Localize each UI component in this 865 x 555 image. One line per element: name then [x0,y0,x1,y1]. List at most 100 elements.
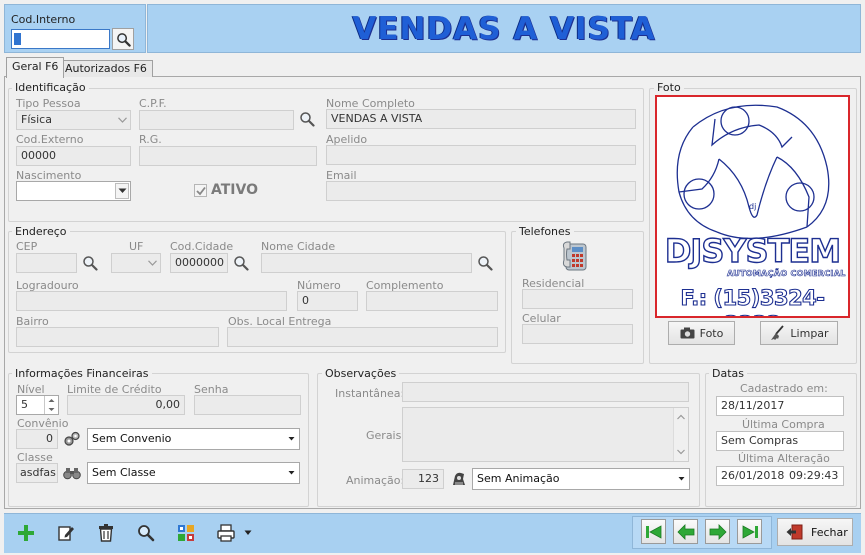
nome-cidade-search-button[interactable] [474,252,496,274]
search-button[interactable] [133,520,159,546]
previous-record-button[interactable] [673,519,698,544]
cod-cidade-label: Cod.Cidade [170,240,234,253]
cpf-search-button[interactable] [296,108,318,130]
search-icon [478,256,493,271]
instantanea-input[interactable] [402,382,689,402]
tab-geral[interactable]: Geral F6 [6,57,65,78]
numero-input[interactable]: 0 [297,291,358,311]
cadastrado-label: Cadastrado em: [740,382,828,395]
binoculars-icon [63,468,81,480]
chevron-down-icon [115,112,129,128]
gerais-textarea[interactable] [402,407,689,462]
next-record-button[interactable] [705,519,730,544]
senha-input[interactable] [194,395,301,415]
cep-input[interactable] [16,253,77,273]
classe-code-input[interactable]: asdfas [16,463,58,483]
animacao-value: Sem Animação [477,472,560,485]
fechar-button-label: Fechar [811,525,848,539]
plus-icon [18,525,34,541]
cep-label: CEP [16,240,38,253]
ultima-alteracao-time: 09:29:43 [789,469,839,482]
telefones-title: Telefones [516,225,574,238]
delete-button[interactable] [93,520,119,546]
stepper-arrows-icon[interactable] [44,396,58,414]
convenio-lookup-button[interactable] [61,428,83,450]
foto-button-label: Foto [699,326,724,340]
datas-title: Datas [709,367,747,380]
animacao-code-input[interactable]: 123 [402,469,444,489]
check-icon [195,186,206,195]
fechar-button[interactable]: Fechar [777,518,853,546]
logradouro-input[interactable] [16,291,287,311]
convenio-value: Sem Convenio [92,432,172,445]
ativo-checkbox[interactable] [194,184,207,197]
telephone-icon [560,240,590,272]
cod-cidade-input[interactable]: 0000000 [170,253,228,273]
limpar-button-label: Limpar [790,326,829,340]
last-record-button[interactable] [737,519,762,544]
cod-cidade-search-button[interactable] [230,252,252,274]
calendar-dropdown-icon[interactable] [115,183,129,199]
tipo-pessoa-select[interactable]: Física [16,110,131,130]
limite-credito-input[interactable]: 0,00 [67,395,185,415]
last-icon [742,524,758,539]
gerais-scrollbar[interactable] [673,408,688,461]
rg-label: R.G. [139,133,162,146]
limpar-button[interactable]: Limpar [760,321,838,345]
first-record-button[interactable] [641,519,666,544]
nivel-stepper[interactable]: 5 [16,395,59,415]
search-icon [234,256,249,271]
chevron-down-icon [284,465,298,481]
bairro-input[interactable] [16,327,219,347]
camera-icon [680,327,695,339]
chevron-down-icon [145,255,159,271]
logo-phone-text: F.: (15)3324-3333 [680,285,826,316]
print-button[interactable] [213,520,239,546]
nascimento-input[interactable] [16,181,131,201]
nome-cidade-input[interactable] [261,253,472,273]
arrow-right-icon [709,523,727,540]
convenio-code-input[interactable]: 0 [16,429,58,449]
search-icon [83,256,98,271]
email-input[interactable] [326,181,636,201]
rg-input[interactable] [139,146,317,166]
cod-externo-label: Cod.Externo [16,133,84,146]
cod-externo-input[interactable]: 00000 [16,146,131,166]
photo-frame[interactable]: dj DJSYSTEM AUTOMAÇÃO COMERCIAL F.: (15)… [655,95,850,318]
ultima-alteracao-date: 26/01/2018 [721,469,785,482]
apelido-input[interactable] [326,145,636,165]
cod-interno-search-button[interactable] [112,28,134,50]
nome-completo-input[interactable]: VENDAS A VISTA [326,109,636,129]
logo-subtitle-text: AUTOMAÇÃO COMERCIAL [727,269,846,279]
animacao-select[interactable]: Sem Animação [472,468,690,490]
obs-local-entrega-input[interactable] [227,327,498,347]
gears-icon [64,431,80,446]
grid-icon [178,525,194,541]
edit-button[interactable] [53,520,79,546]
complemento-input[interactable] [366,291,498,311]
identificacao-title: Identificação [12,81,89,94]
nome-cidade-label: Nome Cidade [261,240,336,253]
uf-select[interactable] [111,253,161,273]
convenio-select[interactable]: Sem Convenio [87,428,300,450]
celular-input[interactable] [522,324,633,344]
cod-interno-input[interactable]: 0 [11,29,110,49]
financeiras-title: Informações Financeiras [12,367,152,380]
print-options-button[interactable] [240,520,256,546]
cep-search-button[interactable] [79,252,101,274]
search-icon [116,32,131,47]
residencial-input[interactable] [522,289,633,309]
scroll-up-icon [677,414,685,420]
add-button[interactable] [13,520,39,546]
grid-view-button[interactable] [173,520,199,546]
ativo-label: ATIVO [211,182,258,198]
exit-door-icon [786,524,803,540]
classe-select[interactable]: Sem Classe [87,462,300,484]
tab-autorizados[interactable]: Autorizados F6 [59,60,153,77]
foto-button[interactable]: Foto [668,321,735,345]
ultima-compra-value: Sem Compras [716,431,844,451]
cpf-input[interactable] [139,110,294,130]
classe-lookup-button[interactable] [61,462,83,484]
search-icon [300,112,315,127]
animacao-lookup-button[interactable] [448,468,470,490]
